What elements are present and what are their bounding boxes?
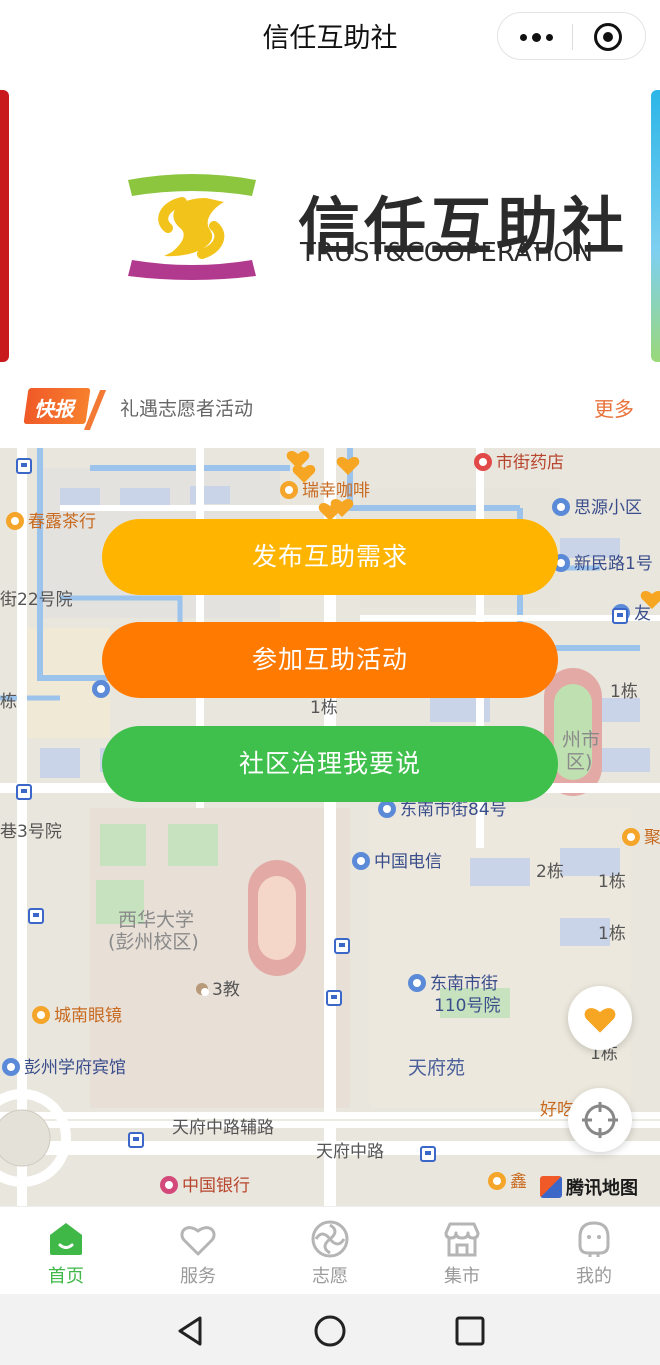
banner-prev-slide: [0, 90, 9, 362]
map-poi: 州市: [562, 729, 601, 751]
tab-service[interactable]: 服务: [132, 1207, 264, 1295]
tencent-map-icon: [540, 1176, 562, 1198]
volunteer-icon: [311, 1220, 349, 1258]
bus-stop-icon: [334, 938, 350, 954]
home-circle-icon[interactable]: [313, 1314, 347, 1348]
market-icon: [444, 1222, 480, 1257]
back-icon[interactable]: [174, 1314, 208, 1348]
bottom-tab-bar: 首页 服务 志愿 集市 我的: [0, 1206, 660, 1294]
map-poi: 东南市街84号: [378, 800, 507, 820]
heart-icon: [584, 1008, 616, 1033]
map-poi: 1栋: [310, 698, 338, 718]
tab-home-label: 首页: [48, 1266, 84, 1287]
publish-request-button[interactable]: 发布互助需求: [102, 519, 558, 595]
map-poi: 2栋: [536, 862, 564, 882]
map-poi: 天府苑: [408, 1057, 466, 1079]
tab-market[interactable]: 集市: [396, 1207, 528, 1295]
map-poi: 1栋: [598, 872, 626, 892]
community-feedback-button[interactable]: 社区治理我要说: [102, 726, 558, 802]
map-poi: 街22号院: [0, 590, 73, 610]
map-poi: 1栋: [610, 682, 638, 702]
map-road-label: 天府中路: [316, 1142, 384, 1162]
mini-program-capsule: [497, 12, 646, 60]
favorite-heart-button[interactable]: [568, 986, 632, 1050]
news-more-link[interactable]: 更多: [594, 393, 634, 422]
bus-stop-icon: [420, 1146, 436, 1162]
recents-icon[interactable]: [453, 1314, 487, 1348]
map-poi: 瑞幸咖啡: [280, 481, 370, 501]
help-heart-marker-icon[interactable]: [336, 454, 360, 476]
home-icon: [50, 1223, 82, 1255]
map-poi: 110号院: [434, 996, 501, 1016]
bus-stop-icon: [128, 1132, 144, 1148]
map-poi: 东南市街: [408, 974, 498, 994]
map-poi: 城南眼镜: [32, 1006, 122, 1026]
tab-market-label: 集市: [444, 1266, 480, 1287]
banner-next-slide: [651, 90, 660, 362]
profile-icon: [578, 1221, 610, 1257]
bus-stop-icon: [612, 608, 628, 624]
map-poi: 市街药店: [474, 453, 564, 473]
map-poi: (彭州校区): [108, 931, 199, 953]
capsule-divider: [572, 24, 573, 50]
tab-volunteer[interactable]: 志愿: [264, 1207, 396, 1295]
tab-home[interactable]: 首页: [0, 1207, 132, 1295]
trust-cooperation-logo-icon: [128, 174, 256, 280]
map-poi: 3教: [196, 980, 240, 1000]
bus-stop-icon: [16, 784, 32, 800]
bus-stop-icon: [28, 908, 44, 924]
heart-icon: [180, 1226, 216, 1256]
news-ticker-text[interactable]: 礼遇志愿者活动: [120, 394, 253, 421]
map-poi: 栋: [0, 692, 17, 712]
banner-slide[interactable]: 信任互助社 TRUST&COOPERATION: [16, 72, 644, 382]
map-provider-label: 腾讯地图: [566, 1178, 638, 1199]
map-poi: 鑫: [488, 1172, 527, 1192]
map-road-label: 天府中路辅路: [172, 1118, 274, 1138]
tab-service-label: 服务: [180, 1266, 216, 1287]
map-poi: 中国电信: [352, 852, 442, 872]
banner-carousel[interactable]: 信任互助社 TRUST&COOPERATION: [0, 72, 660, 382]
join-activity-button[interactable]: 参加互助活动: [102, 622, 558, 698]
tab-volunteer-label: 志愿: [312, 1266, 348, 1287]
close-mini-program-icon[interactable]: [594, 23, 622, 51]
map-poi: 思源小区: [552, 498, 642, 518]
map-poi: 中国银行: [160, 1176, 250, 1196]
bus-stop-icon: [16, 458, 32, 474]
bus-stop-icon: [326, 990, 342, 1006]
news-badge-label: 快报: [34, 397, 74, 421]
news-badge: 快报: [23, 388, 107, 430]
map-poi: 1栋: [598, 924, 626, 944]
banner-logo-en: TRUST&COOPERATION: [300, 238, 594, 268]
tab-profile-label: 我的: [576, 1266, 612, 1287]
map-poi: 聚: [622, 828, 660, 848]
locate-icon: [582, 1102, 618, 1138]
map-provider-logo: 腾讯地图: [540, 1174, 638, 1200]
map-poi: 巷3号院: [0, 822, 62, 842]
news-ticker: 快报 礼遇志愿者活动 更多: [0, 382, 660, 448]
map-poi: 新民路1号: [552, 554, 653, 574]
system-navigation-bar: [0, 1294, 660, 1365]
nav-bar: 信任互助社: [0, 0, 660, 72]
map-poi: 彭州学府宾馆: [2, 1058, 126, 1078]
map-poi: 西华大学: [118, 909, 195, 931]
locate-me-button[interactable]: [568, 1088, 632, 1152]
more-menu-icon[interactable]: [516, 23, 556, 51]
map-poi: 春露茶行: [6, 512, 96, 532]
tab-profile[interactable]: 我的: [528, 1207, 660, 1295]
map-poi: 区): [566, 751, 593, 773]
